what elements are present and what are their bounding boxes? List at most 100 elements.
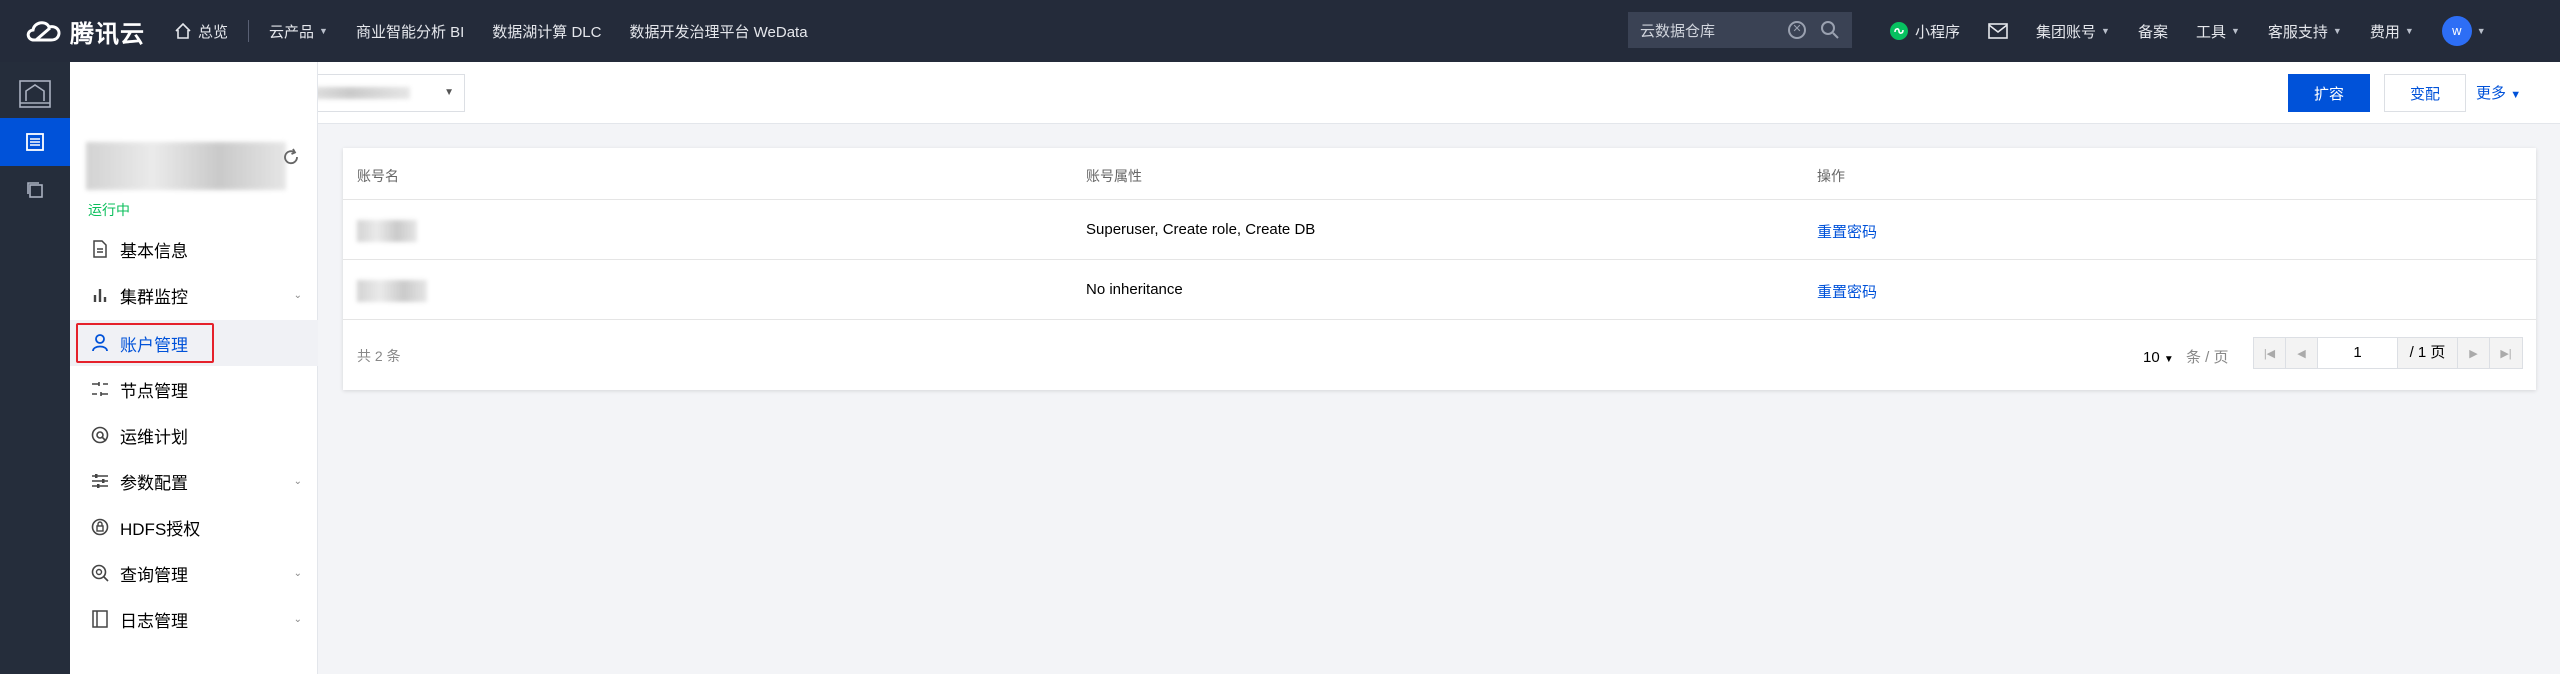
sidebar-item-log-management[interactable]: 日志管理 ⌄ — [70, 596, 318, 642]
tencent-cloud-logo[interactable]: 腾讯云 — [0, 14, 160, 49]
last-page-icon[interactable]: ▶| — [2490, 338, 2522, 368]
first-page-icon[interactable]: |◀ — [2254, 338, 2286, 368]
chevron-down-icon: ▼ — [2163, 354, 2174, 365]
page-size-value: 10 — [2143, 349, 2160, 366]
table-row: Superuser, Create role, Create DB 重置密码 — [343, 200, 2536, 260]
chevron-down-icon: ⌄ — [293, 567, 302, 579]
rail-item-clusters[interactable] — [0, 118, 70, 166]
more-label: 更多 — [2476, 85, 2507, 102]
home-icon — [175, 22, 191, 39]
top-right-menu: 小程序 集团账号 ▼ 备案 工具 ▼ 客服支持 ▼ 费用 ▼ w ▼ — [1875, 0, 2500, 62]
auth-icon — [90, 518, 110, 536]
caret-down-icon: ▼ — [2510, 89, 2522, 101]
pagination: |◀ ◀ 1 / 1 页 ▶ ▶| — [2253, 337, 2523, 369]
more-menu[interactable]: 更多 ▼ — [2476, 82, 2521, 103]
total-pages: / 1 页 — [2398, 338, 2458, 368]
page-size-unit: 条 / 页 — [2185, 349, 2229, 366]
change-config-button[interactable]: 变配 — [2384, 74, 2466, 112]
search-value: 云数据仓库 — [1640, 22, 1716, 40]
sidebar-item-query-management[interactable]: 查询管理 ⌄ — [70, 550, 318, 596]
filing-link[interactable]: 备案 — [2124, 21, 2182, 42]
total-count: 共 2 条 — [357, 348, 401, 364]
account-name — [357, 220, 417, 242]
sidebar-item-account-management[interactable]: 账户管理 — [70, 320, 318, 366]
support-label: 客服支持 — [2267, 23, 2328, 41]
table-footer: 共 2 条 10 ▼ 条 / 页 |◀ ◀ 1 / 1 页 ▶ ▶| — [343, 320, 2536, 390]
page-number-input[interactable]: 1 — [2318, 338, 2398, 368]
group-account-menu[interactable]: 集团账号 ▼ — [2022, 21, 2124, 42]
sidebar-item-label: HDFS授权 — [120, 519, 201, 539]
sidebar-item-label: 运维计划 — [120, 427, 188, 447]
chevron-down-icon: ▼ — [319, 26, 328, 36]
rail-item-overview[interactable] — [0, 70, 70, 118]
table-header: 账号名 账号属性 操作 — [343, 148, 2536, 200]
top-navigation-bar: 腾讯云 总览 云产品 ▼ 商业智能分析 BI 数据湖计算 DLC 数据开发治理平台… — [0, 0, 2560, 62]
account-attributes: No inheritance — [1086, 281, 1183, 298]
nav-link-wedata[interactable]: 数据开发治理平台 WeData — [615, 21, 821, 42]
nav-link-bi[interactable]: 商业智能分析 BI — [342, 21, 478, 42]
reset-password-link[interactable]: 重置密码 — [1817, 221, 1877, 242]
prev-page-icon[interactable]: ◀ — [2286, 338, 2318, 368]
user-menu[interactable]: w ▼ — [2428, 16, 2500, 46]
reset-password-link[interactable]: 重置密码 — [1817, 281, 1877, 302]
account-attributes: Superuser, Create role, Create DB — [1086, 221, 1316, 238]
sidebar-item-parameter-config[interactable]: 参数配置 ⌄ — [70, 458, 318, 504]
column-header-account-name: 账号名 — [357, 168, 399, 184]
clear-icon[interactable]: ✕ — [1788, 21, 1806, 39]
sidebar-item-label: 查询管理 — [120, 565, 188, 585]
refresh-icon[interactable] — [282, 148, 300, 166]
next-page-icon[interactable]: ▶ — [2458, 338, 2490, 368]
product-icon-rail — [0, 62, 70, 674]
chevron-down-icon: ▼ — [2476, 26, 2486, 36]
cluster-name — [86, 142, 286, 190]
list-icon — [26, 133, 44, 151]
node-icon — [90, 381, 110, 397]
mail-button[interactable] — [1974, 23, 2022, 39]
billing-menu[interactable]: 费用 ▼ — [2356, 21, 2428, 42]
products-label: 云产品 — [269, 23, 315, 41]
rail-item-copy[interactable] — [0, 166, 70, 214]
mail-icon — [1988, 23, 2008, 39]
sidebar-item-basic-info[interactable]: 基本信息 — [70, 226, 318, 272]
column-header-attributes: 账号属性 — [1086, 168, 1142, 184]
sidebar-item-hdfs-auth[interactable]: HDFS授权 — [70, 504, 318, 550]
search-input[interactable]: 云数据仓库 ✕ — [1628, 12, 1852, 48]
selection-highlight — [76, 323, 214, 363]
column-header-actions: 操作 — [1817, 168, 1845, 184]
sidebar-item-label: 节点管理 — [120, 381, 188, 401]
mini-program-link[interactable]: 小程序 — [1875, 21, 1974, 42]
support-menu[interactable]: 客服支持 ▼ — [2254, 21, 2356, 42]
copy-icon — [27, 182, 43, 198]
home-link[interactable]: 总览 — [160, 21, 242, 42]
cluster-status: 运行中 — [88, 202, 130, 218]
query-icon — [90, 564, 110, 582]
sidebar-item-label: 基本信息 — [120, 241, 188, 261]
page-header: 集群 ▼ 扩容 变配 更多 ▼ — [70, 62, 2560, 124]
page-size-select[interactable]: 10 ▼ 条 / 页 — [2143, 346, 2228, 367]
mini-program-icon — [1890, 22, 1908, 40]
search-icon[interactable] — [1820, 20, 1840, 40]
maintenance-icon — [90, 426, 110, 444]
sidebar-item-monitoring[interactable]: 集群监控 ⌄ — [70, 272, 318, 318]
chevron-down-icon: ⌄ — [293, 475, 302, 487]
products-menu[interactable]: 云产品 ▼ — [255, 21, 342, 42]
expand-button[interactable]: 扩容 — [2288, 74, 2370, 112]
cluster-sidebar: 运行中 基本信息 集群监控 ⌄ 账户管理 节点管理 运维计划 参数配置 ⌄ HD… — [70, 62, 318, 674]
nav-link-dlc[interactable]: 数据湖计算 DLC — [478, 21, 615, 42]
chevron-down-icon: ⌄ — [293, 289, 302, 301]
tools-label: 工具 — [2195, 23, 2226, 41]
chevron-down-icon: ▼ — [2404, 26, 2414, 36]
billing-label: 费用 — [2369, 23, 2400, 41]
accounts-table: 账号名 账号属性 操作 Superuser, Create role, Crea… — [343, 148, 2536, 390]
table-row: No inheritance 重置密码 — [343, 260, 2536, 320]
tools-menu[interactable]: 工具 ▼ — [2182, 21, 2254, 42]
nav-divider — [248, 20, 250, 42]
document-icon — [90, 240, 110, 258]
account-name — [357, 280, 427, 302]
sidebar-item-maintenance-plan[interactable]: 运维计划 — [70, 412, 318, 458]
sidebar-item-node-management[interactable]: 节点管理 — [70, 366, 318, 412]
chevron-down-icon: ▼ — [444, 87, 454, 98]
chevron-down-icon: ⌄ — [293, 613, 302, 625]
sidebar-item-label: 日志管理 — [120, 611, 188, 631]
sidebar-item-label: 参数配置 — [120, 473, 188, 493]
